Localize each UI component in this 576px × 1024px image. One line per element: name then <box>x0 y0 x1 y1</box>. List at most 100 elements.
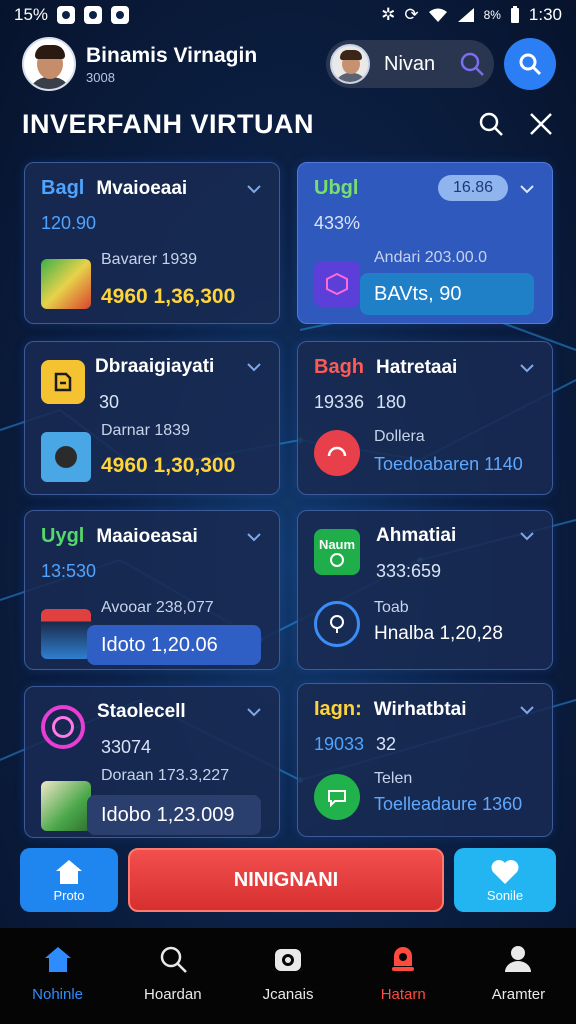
card-value: 33074 <box>101 737 152 757</box>
card-value: 19336 <box>314 392 365 412</box>
card-tag: Uygl <box>41 525 85 547</box>
card-value: 120.90 <box>41 213 97 233</box>
proto-label: Proto <box>53 887 85 903</box>
primary-action-button[interactable]: NINIGNANI <box>128 848 444 912</box>
globe-icon <box>314 601 360 647</box>
wifi-icon <box>428 8 447 22</box>
rate-chip: 16.86 <box>438 175 508 201</box>
nav-profile[interactable]: Aramter <box>461 928 576 1024</box>
chevron-down-icon[interactable] <box>518 359 536 377</box>
card-4[interactable]: Bagh Hatretaai 19336 180 Dollera Toedoab… <box>297 341 553 495</box>
chevron-down-icon[interactable] <box>518 180 536 198</box>
card-amount: Hnalba 1,20,28 <box>374 623 503 644</box>
search-icon[interactable] <box>458 50 486 78</box>
title-row: INVERFANH VIRTUAN <box>22 104 556 144</box>
card-title: Maaioeasai <box>96 525 198 547</box>
chat-icon <box>314 774 360 820</box>
signal-icon <box>457 8 474 22</box>
card-sub: Darnar 1839 <box>101 422 190 439</box>
page-title: INVERFANH VIRTUAN <box>22 108 315 139</box>
nav-search[interactable]: Hoardan <box>115 928 230 1024</box>
chevron-down-icon[interactable] <box>245 528 263 546</box>
close-icon <box>530 113 552 135</box>
card-title: Dbraaigiayati <box>95 356 215 377</box>
card-sub: Toab <box>374 599 409 616</box>
card-value-secondary: 32 <box>376 734 397 754</box>
user-name: Binamis Virnagin <box>86 43 258 67</box>
title-search-button[interactable] <box>476 109 506 139</box>
card-title: Hatretaai <box>376 356 458 378</box>
sync-icon: ⟳ <box>404 5 419 24</box>
card-3[interactable]: Dbraaigiayati 30 Darnar 1839 4960 1,30,3… <box>24 341 280 495</box>
amount-bar: BAVts, 90 <box>360 273 534 315</box>
app-badge-icon: Naum <box>314 529 360 575</box>
card-value: 19033 <box>314 734 365 754</box>
battery-percent: 15% <box>14 5 49 24</box>
store-thumbnail <box>41 609 91 659</box>
chevron-down-icon[interactable] <box>518 701 536 719</box>
favorite-button[interactable]: Sonile <box>454 848 556 912</box>
profile-avatar <box>330 44 370 84</box>
proto-button[interactable]: Proto <box>20 848 118 912</box>
shop-notification-icon <box>111 6 130 24</box>
card-amount: Toelleadaure 1360 <box>374 794 523 814</box>
card-sub: Avooar 238,077 <box>101 599 214 616</box>
card-7[interactable]: Staolecell 33074 Doraan 173.3,227 Idobo … <box>24 686 280 838</box>
card-5[interactable]: Uygl Maaioeasai 13:530 Avooar 238,077 Id… <box>24 510 280 670</box>
chevron-down-icon[interactable] <box>245 180 263 198</box>
amount-bar: Idobo 1,23.009 <box>87 795 261 835</box>
app-header: Binamis Virnagin 3008 Nivan <box>22 36 556 92</box>
nav-label: Nohinle <box>32 986 84 1003</box>
profile-pill[interactable]: Nivan <box>326 40 494 88</box>
cube-icon <box>314 261 360 307</box>
game-thumbnail <box>41 259 91 309</box>
game-thumbnail <box>41 432 91 482</box>
search-icon <box>519 53 542 76</box>
card-value: 13:530 <box>41 561 97 581</box>
primary-action-label: NINIGNANI <box>233 868 339 891</box>
nav-camera[interactable]: Jcanais <box>230 928 345 1024</box>
clock: 1:30 <box>528 5 562 24</box>
card-6[interactable]: Naum Ahmatiai 333:659 Toab Hnalba 1,20,2… <box>297 510 553 670</box>
nav-label: Aramter <box>491 986 546 1003</box>
close-button[interactable] <box>526 109 556 139</box>
card-title: Wirhatbtai <box>373 698 467 720</box>
profile-name: Nivan <box>384 52 436 75</box>
document-icon <box>41 360 85 404</box>
amount-bar: Idoto 1,20.06 <box>87 625 261 665</box>
camera-icon <box>271 942 305 976</box>
card-amount: 4960 1,36,300 <box>101 285 236 308</box>
notification-icon <box>57 6 76 24</box>
search-button[interactable] <box>504 38 556 90</box>
profile-icon <box>501 942 535 976</box>
home-icon <box>41 942 75 976</box>
alert-icon <box>386 942 420 976</box>
card-sub: Andari 203.00.0 <box>374 249 487 266</box>
user-id: 3008 <box>86 69 115 85</box>
game-thumbnail <box>41 781 91 831</box>
signal-text: 8% <box>483 8 501 22</box>
chevron-down-icon[interactable] <box>518 527 536 545</box>
nav-alerts[interactable]: Hatarn <box>346 928 461 1024</box>
card-value: 433% <box>314 213 361 233</box>
card-sub: Telen <box>374 770 413 787</box>
card-8[interactable]: Iagn: Wirhatbtai 19033 32 Telen Toellead… <box>297 683 553 837</box>
chevron-down-icon[interactable] <box>245 358 263 376</box>
headset-icon <box>314 430 360 476</box>
nav-home[interactable]: Nohinle <box>0 928 115 1024</box>
card-tag: Bagl <box>41 177 85 199</box>
card-sub: Bavarer 1939 <box>101 251 198 268</box>
chevron-down-icon[interactable] <box>245 703 263 721</box>
card-amount: Toedoabaren 1140 <box>374 454 523 474</box>
battery-icon <box>510 6 519 23</box>
search-icon <box>479 112 503 136</box>
app-notification-icon <box>84 6 103 24</box>
card-1[interactable]: Bagl Mvaioeaai 120.90 Bavarer 1939 4960 … <box>24 162 280 324</box>
heart-icon <box>491 859 519 884</box>
ring-icon <box>41 705 85 749</box>
card-tag: Ubgl <box>314 177 359 199</box>
card-2[interactable]: Ubgl 16.86 433% Andari 203.00.0 BAVts, 9… <box>297 162 553 324</box>
nav-label: Jcanais <box>262 986 314 1003</box>
user-avatar[interactable] <box>22 37 76 91</box>
home-icon <box>56 859 82 884</box>
